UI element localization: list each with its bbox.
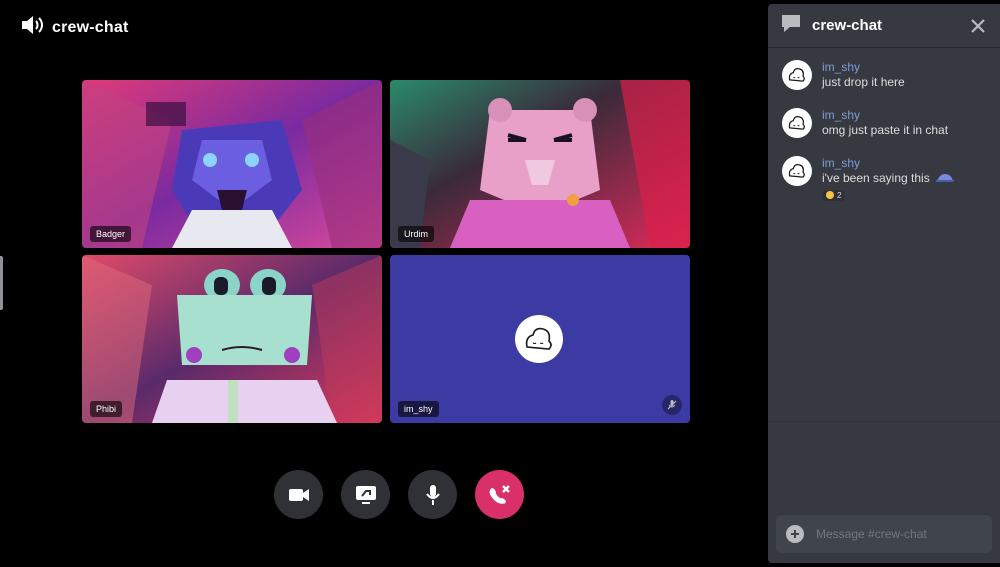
- chat-header: crew-chat: [768, 4, 1000, 48]
- hang-up-button[interactable]: [475, 470, 524, 519]
- video-tile-im-shy[interactable]: im_shy: [390, 255, 690, 423]
- chat-title: crew-chat: [812, 17, 883, 34]
- participant-name-tag: Badger: [90, 226, 132, 242]
- screen-share-button[interactable]: [341, 470, 390, 519]
- message-author[interactable]: im_shy: [822, 60, 905, 74]
- screen-share-icon: [355, 485, 376, 504]
- chat-panel: crew-chat im_shy just drop it here im_sh…: [768, 4, 1000, 563]
- participant-name-tag: Urdim: [398, 226, 434, 242]
- microphone-icon: [425, 484, 440, 505]
- reaction-emoji-icon: [826, 191, 834, 199]
- plus-icon: [791, 530, 799, 538]
- reaction-button[interactable]: 2: [822, 189, 846, 201]
- reaction-count: 2: [837, 190, 842, 200]
- custom-emoji-icon: [935, 170, 954, 186]
- muted-mic-icon: [662, 395, 682, 415]
- avatar[interactable]: [782, 60, 812, 90]
- close-icon: [971, 19, 985, 33]
- hang-up-icon: [489, 484, 510, 504]
- panel-resize-handle[interactable]: [0, 256, 3, 310]
- badger-video-feed: [82, 80, 382, 248]
- microphone-button[interactable]: [408, 470, 457, 519]
- blob-avatar-icon: [788, 164, 805, 178]
- attach-button[interactable]: [786, 525, 804, 543]
- avatar: [515, 315, 563, 363]
- message-text: just drop it here: [822, 75, 905, 89]
- video-tile-phibi[interactable]: Phibi: [82, 255, 382, 423]
- video-tile-urdim[interactable]: Urdim: [390, 80, 690, 248]
- video-tile-badger[interactable]: Badger: [82, 80, 382, 248]
- participant-name-tag: Phibi: [90, 401, 123, 417]
- participant-name-tag: im_shy: [398, 401, 439, 417]
- camera-icon: [288, 488, 309, 501]
- message-composer: [776, 515, 992, 553]
- call-title: crew-chat: [52, 18, 129, 36]
- message-author[interactable]: im_shy: [822, 156, 954, 170]
- avatar[interactable]: [782, 108, 812, 138]
- phibi-video-feed: [82, 255, 382, 423]
- camera-button[interactable]: [274, 470, 323, 519]
- message-input[interactable]: [816, 527, 976, 541]
- urdim-video-feed: [390, 80, 690, 248]
- call-area: crew-chat Badger Urdim Phibi im_shy: [0, 0, 768, 567]
- speaker-icon: [20, 14, 44, 41]
- chat-message: im_shy just drop it here: [782, 60, 905, 90]
- chat-bubble-icon: [780, 13, 802, 38]
- call-controls: [274, 470, 524, 519]
- call-header: crew-chat: [20, 14, 129, 41]
- message-text-row: i've been saying this: [822, 170, 954, 186]
- message-text: omg just paste it in chat: [822, 123, 949, 137]
- avatar[interactable]: [782, 156, 812, 186]
- message-author[interactable]: im_shy: [822, 108, 948, 122]
- chat-message: im_shy i've been saying this 2: [782, 156, 954, 204]
- blob-avatar-icon: [525, 327, 552, 350]
- blob-avatar-icon: [788, 68, 805, 82]
- message-text: i've been saying this: [822, 171, 930, 185]
- blob-avatar-icon: [788, 116, 805, 130]
- divider: [768, 421, 1000, 422]
- chat-message: im_shy omg just paste it in chat: [782, 108, 948, 138]
- close-chat-button[interactable]: [968, 16, 988, 36]
